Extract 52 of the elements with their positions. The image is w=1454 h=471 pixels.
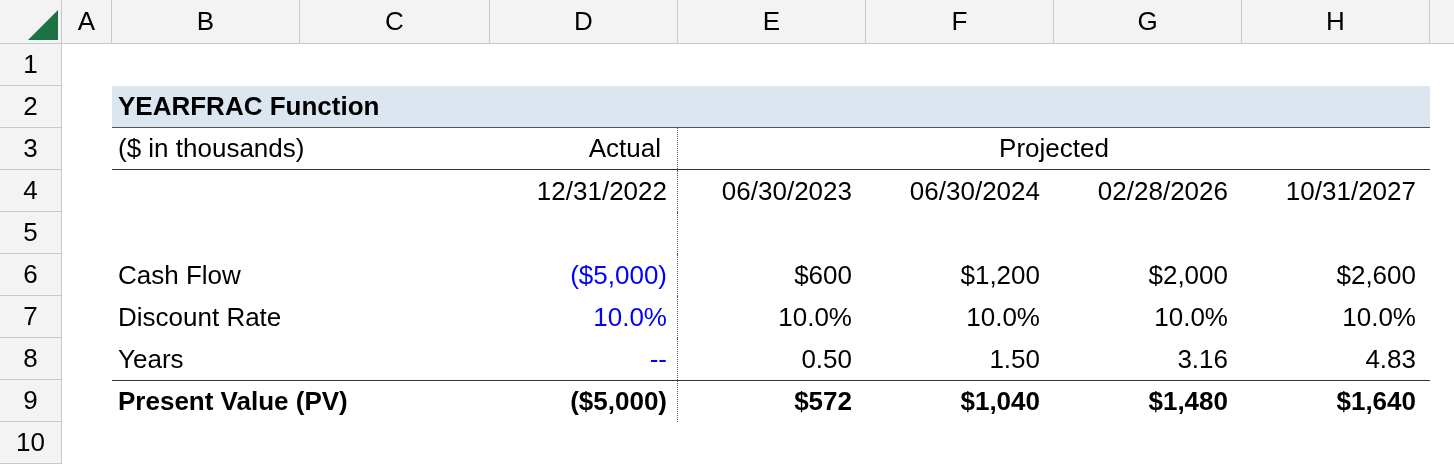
table-cell-text: ($5,000) (570, 258, 668, 292)
cell-text: ($ in thousands) (118, 132, 305, 165)
row-header[interactable]: 8 (0, 338, 62, 380)
table-cell-text: -- (649, 342, 668, 376)
select-all-icon[interactable] (28, 10, 58, 40)
table-cell-text: $2,600 (1336, 258, 1416, 292)
column-header[interactable]: D (490, 0, 678, 43)
column-header[interactable]: H (1242, 0, 1430, 43)
table-cell-text: 3.16 (1177, 342, 1228, 376)
row-header[interactable]: 10 (0, 422, 62, 464)
table-cell-text: $1,640 (1336, 385, 1416, 418)
table-cell-text: 02/28/2026 (1097, 174, 1228, 208)
column-header[interactable]: A (62, 0, 112, 43)
row-label: Cash Flow (118, 258, 241, 292)
table-cell-text: $572 (794, 385, 852, 418)
table-cell-text: 10.0% (1342, 300, 1416, 334)
row-header[interactable]: 6 (0, 254, 62, 296)
column-header[interactable]: E (678, 0, 866, 43)
row-label: Discount Rate (118, 300, 282, 334)
table-cell-text: 10/31/2027 (1285, 174, 1416, 208)
row-header[interactable]: 3 (0, 128, 62, 170)
table-cell-text: $600 (794, 258, 852, 292)
table-cell-text: $2,000 (1148, 258, 1228, 292)
column-title: Projected (999, 132, 1109, 165)
table-cell-text: 10.0% (778, 300, 852, 334)
table-cell-text: ($5,000) (570, 385, 668, 418)
column-header[interactable]: F (866, 0, 1054, 43)
table-cell-text: $1,040 (960, 385, 1040, 418)
table-cell-text: 1.50 (989, 342, 1040, 376)
row-header[interactable]: 5 (0, 212, 62, 254)
table-cell-text: 10.0% (966, 300, 1040, 334)
row-label: Years (118, 342, 184, 376)
table-cell-text: 4.83 (1365, 342, 1416, 376)
sheet-title: YEARFRAC Function (117, 90, 380, 123)
row-label: Present Value (PV) (118, 385, 348, 418)
table-cell-text: 0.50 (801, 342, 852, 376)
row-header[interactable]: 9 (0, 380, 62, 422)
column-header[interactable]: B (112, 0, 300, 43)
row-header[interactable]: 4 (0, 170, 62, 212)
column-title: Actual (588, 132, 661, 165)
column-header[interactable]: C (300, 0, 490, 43)
row-header[interactable]: 1 (0, 44, 62, 86)
table-cell-text: 06/30/2023 (721, 174, 852, 208)
table-cell-text: 10.0% (593, 300, 668, 334)
row-header[interactable]: 2 (0, 86, 62, 128)
row-header[interactable]: 7 (0, 296, 62, 338)
table-cell-text: $1,200 (960, 258, 1040, 292)
table-cell-text: 12/31/2022 (536, 174, 668, 208)
table-cell-text: $1,480 (1148, 385, 1228, 418)
column-header[interactable]: G (1054, 0, 1242, 43)
table-cell-text: 10.0% (1154, 300, 1228, 334)
table-cell-text: 06/30/2024 (909, 174, 1040, 208)
